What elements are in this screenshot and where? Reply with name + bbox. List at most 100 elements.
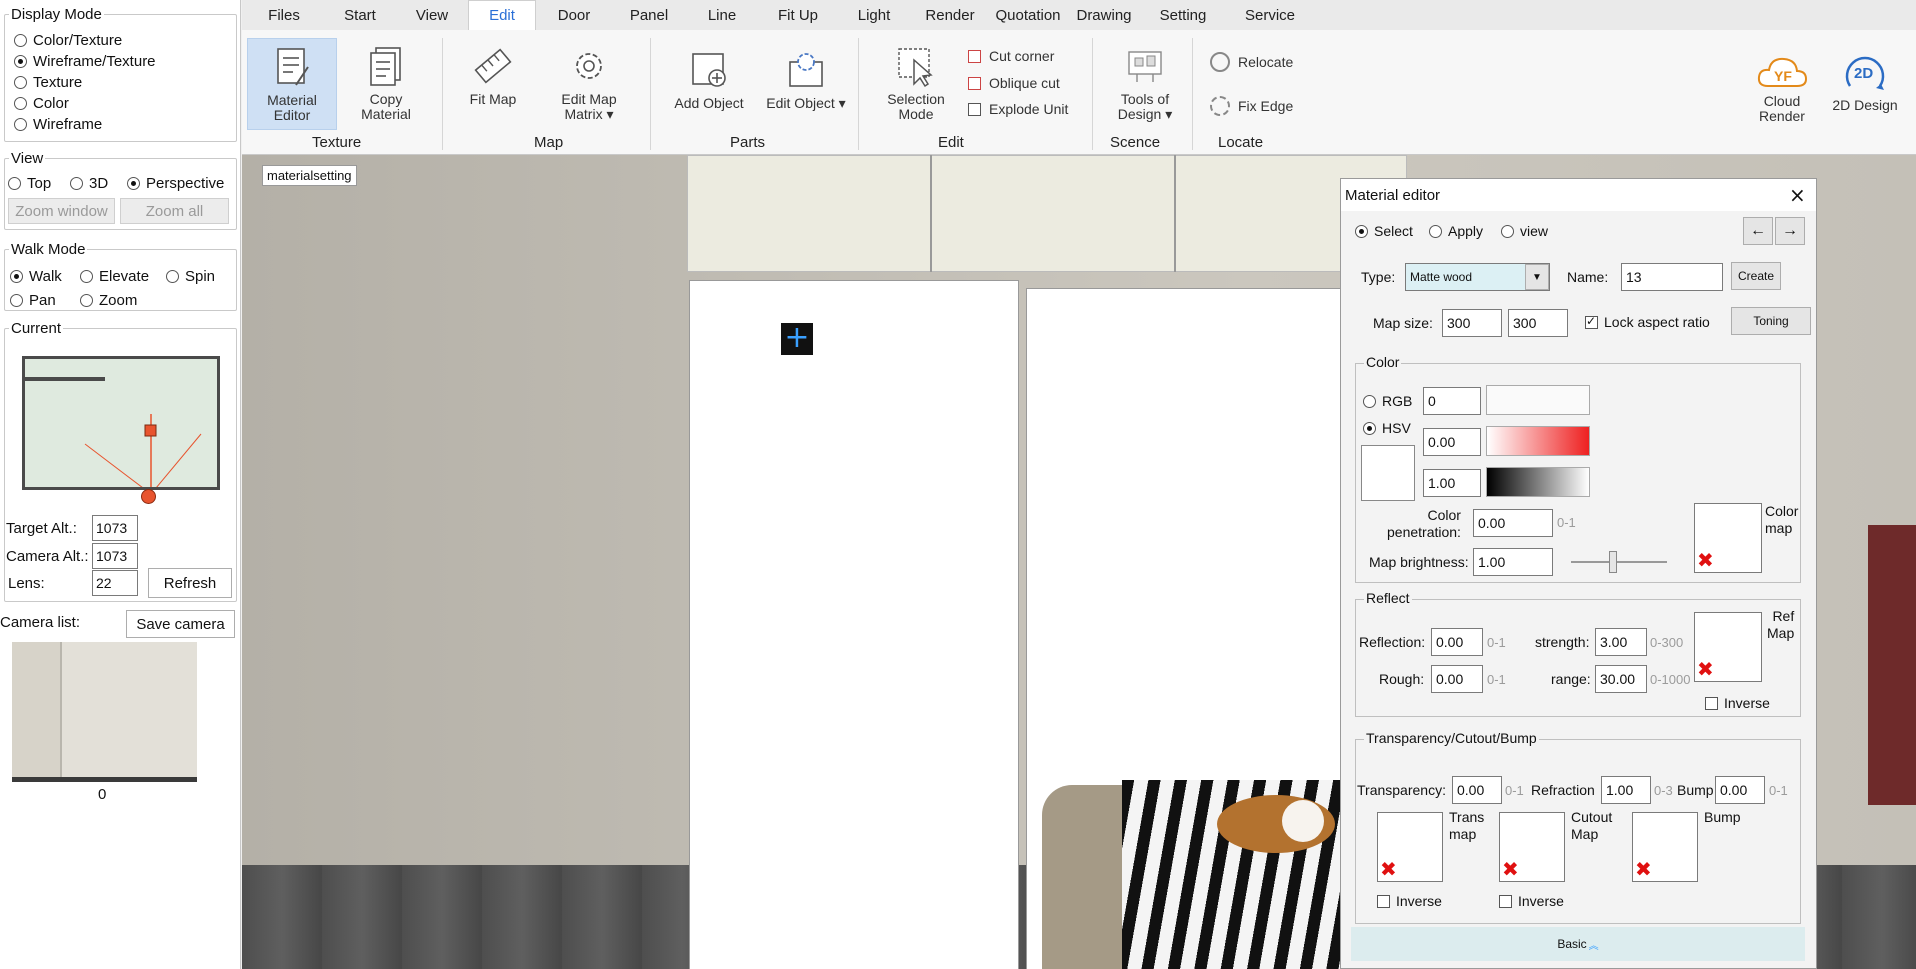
tab-edit[interactable]: Edit — [468, 0, 536, 30]
chevron-down-icon[interactable]: ▼ — [1525, 264, 1549, 290]
walk-mode-pan[interactable]: Pan — [10, 292, 56, 309]
view-top[interactable]: Top — [8, 175, 51, 192]
range-input[interactable]: 30.00 — [1595, 665, 1647, 693]
value-input[interactable]: 1.00 — [1423, 469, 1481, 497]
bump-map-slot[interactable]: ✖ — [1632, 812, 1698, 882]
mode-apply[interactable]: Apply — [1429, 223, 1483, 239]
tab-view[interactable]: View — [406, 0, 458, 30]
upper-cabinets[interactable] — [687, 155, 1407, 272]
lens-input[interactable]: 22 — [92, 570, 138, 596]
map-brightness-track[interactable] — [1571, 561, 1667, 563]
tab-render[interactable]: Render — [920, 0, 980, 30]
name-input[interactable]: 13 — [1621, 263, 1723, 291]
ref-map-slot[interactable]: ✖ — [1694, 612, 1762, 682]
2d-design-button[interactable]: 2D 2D Design — [1826, 48, 1904, 113]
edit-map-matrix-button[interactable]: Edit Map Matrix ▾ — [546, 44, 632, 122]
display-mode-color-texture[interactable]: Color/Texture — [14, 32, 122, 49]
refresh-button[interactable]: Refresh — [148, 568, 232, 598]
color-swatch[interactable] — [1361, 445, 1415, 501]
explode-unit-button[interactable]: Explode Unit — [968, 101, 1068, 117]
remove-bump-map-icon[interactable]: ✖ — [1635, 859, 1652, 879]
lock-aspect-checkbox[interactable]: Lock aspect ratio — [1585, 314, 1710, 330]
target-alt-input[interactable]: 1073 — [92, 515, 138, 541]
cloud-render-button[interactable]: YF Cloud Render — [1750, 52, 1814, 124]
reflection-input[interactable]: 0.00 — [1431, 628, 1483, 656]
add-object-button[interactable]: Add Object — [664, 48, 754, 111]
tab-fit-up[interactable]: Fit Up — [764, 0, 832, 30]
mode-select[interactable]: Select — [1355, 223, 1413, 239]
close-icon[interactable]: × — [1789, 185, 1806, 205]
tab-files[interactable]: Files — [258, 0, 310, 30]
tab-service[interactable]: Service — [1232, 0, 1308, 30]
relocate-button[interactable]: Relocate — [1210, 52, 1293, 72]
cut-corner-button[interactable]: Cut corner — [968, 48, 1054, 64]
mode-view[interactable]: view — [1501, 223, 1548, 239]
edit-object-button[interactable]: Edit Object ▾ — [758, 48, 854, 111]
tab-light[interactable]: Light — [848, 0, 900, 30]
tab-panel[interactable]: Panel — [618, 0, 680, 30]
transparency-input[interactable]: 0.00 — [1452, 776, 1502, 804]
tab-start[interactable]: Start — [330, 0, 390, 30]
tab-setting[interactable]: Setting — [1152, 0, 1214, 30]
camera-position-handle[interactable] — [141, 489, 156, 504]
map-brightness-thumb[interactable] — [1609, 551, 1617, 573]
save-camera-button[interactable]: Save camera — [126, 610, 235, 638]
cutout-map-slot[interactable]: ✖ — [1499, 812, 1565, 882]
color-map-slot[interactable]: ✖ — [1694, 503, 1762, 573]
camera-alt-input[interactable]: 1073 — [92, 543, 138, 569]
value-slider[interactable] — [1486, 467, 1590, 497]
hue-slider[interactable] — [1486, 385, 1590, 415]
tab-line[interactable]: Line — [696, 0, 748, 30]
view-perspective[interactable]: Perspective — [127, 175, 224, 192]
color-penetration-input[interactable]: 0.00 — [1473, 509, 1553, 537]
walk-mode-zoom[interactable]: Zoom — [80, 292, 137, 309]
map-height-input[interactable]: 300 — [1508, 309, 1568, 337]
view-3d[interactable]: 3D — [70, 175, 108, 192]
redo-icon[interactable]: → — [1775, 217, 1805, 245]
rough-input[interactable]: 0.00 — [1431, 665, 1483, 693]
material-editor-button[interactable]: Material Editor — [247, 38, 337, 130]
trans-inverse-checkbox[interactable]: Inverse — [1377, 893, 1442, 909]
remove-color-map-icon[interactable]: ✖ — [1697, 550, 1714, 570]
display-mode-wireframe-texture[interactable]: Wireframe/Texture — [14, 53, 156, 70]
walk-mode-spin[interactable]: Spin — [166, 268, 215, 285]
rgb-radio[interactable]: RGB — [1363, 393, 1412, 409]
fix-edge-button[interactable]: Fix Edge — [1210, 96, 1293, 116]
tools-of-design-button[interactable]: Tools of Design ▾ — [1102, 44, 1188, 122]
saturation-input[interactable]: 0.00 — [1423, 428, 1481, 456]
tab-quotation[interactable]: Quotation — [992, 0, 1064, 30]
display-mode-color[interactable]: Color — [14, 95, 69, 112]
fit-map-button[interactable]: Fit Map — [458, 44, 528, 107]
remove-cutout-map-icon[interactable]: ✖ — [1502, 859, 1519, 879]
ref-inverse-checkbox[interactable]: Inverse — [1705, 695, 1770, 711]
trans-map-slot[interactable]: ✖ — [1377, 812, 1443, 882]
selection-mode-button[interactable]: Selection Mode — [872, 44, 960, 122]
copy-material-button[interactable]: Copy Material — [342, 44, 430, 122]
hue-input[interactable]: 0 — [1423, 387, 1481, 415]
oblique-cut-button[interactable]: Oblique cut — [968, 75, 1060, 91]
undo-icon[interactable]: ← — [1743, 217, 1773, 245]
tab-door[interactable]: Door — [544, 0, 604, 30]
map-width-input[interactable]: 300 — [1442, 309, 1502, 337]
walk-mode-elevate[interactable]: Elevate — [80, 268, 149, 285]
toning-button[interactable]: Toning — [1731, 307, 1811, 335]
create-button[interactable]: Create — [1731, 262, 1781, 290]
strength-input[interactable]: 3.00 — [1595, 628, 1647, 656]
refraction-input[interactable]: 1.00 — [1601, 776, 1651, 804]
display-mode-wireframe[interactable]: Wireframe — [14, 116, 102, 133]
tab-drawing[interactable]: Drawing — [1070, 0, 1138, 30]
remove-ref-map-icon[interactable]: ✖ — [1697, 659, 1714, 679]
remove-trans-map-icon[interactable]: ✖ — [1380, 859, 1397, 879]
wardrobe-door-left[interactable] — [689, 280, 1019, 969]
camera-thumbnail[interactable] — [12, 642, 197, 782]
map-brightness-input[interactable]: 1.00 — [1473, 548, 1553, 576]
camera-plan-view[interactable] — [22, 356, 220, 490]
bump-input[interactable]: 0.00 — [1715, 776, 1765, 804]
cutout-inverse-checkbox[interactable]: Inverse — [1499, 893, 1564, 909]
walk-mode-walk[interactable]: Walk — [10, 268, 62, 285]
hsv-radio[interactable]: HSV — [1363, 420, 1411, 436]
saturation-slider[interactable] — [1486, 426, 1590, 456]
zoom-all-button[interactable]: Zoom all — [120, 198, 229, 224]
display-mode-texture[interactable]: Texture — [14, 74, 82, 91]
basic-toggle[interactable]: Basic ︽ — [1351, 927, 1805, 961]
